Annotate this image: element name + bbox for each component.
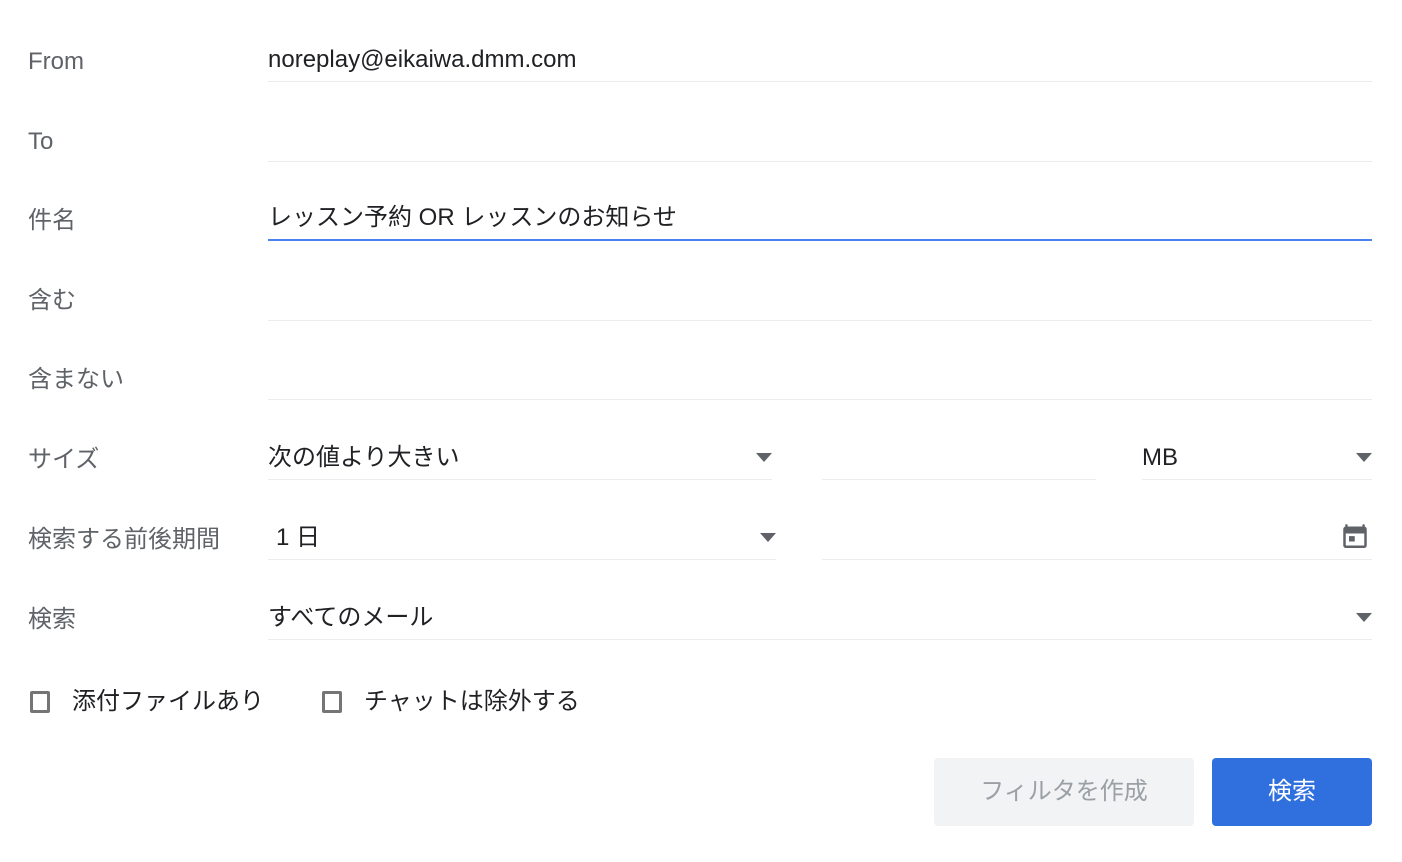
size-unit-select[interactable]: MB (1142, 428, 1372, 480)
field-row-to: To (0, 110, 1402, 190)
date-range-label: 検索する前後期間 (28, 526, 220, 553)
chevron-down-icon (1356, 453, 1372, 462)
field-row-scope: 検索 すべてのメール (0, 588, 1402, 668)
field-row-from: From noreplay@eikaiwa.dmm.com (0, 30, 1402, 110)
dialog-action-row: フィルタを作成 検索 (934, 758, 1372, 826)
checkbox-box-icon[interactable] (30, 691, 50, 713)
date-value-input[interactable] (822, 508, 1372, 560)
to-label: To (28, 128, 54, 155)
checkbox-row: 添付ファイルあり チャットは除外する (0, 672, 580, 732)
calendar-icon[interactable] (1340, 522, 1370, 552)
scope-value: すべてのメール (268, 603, 434, 631)
checkbox-has-attachment[interactable]: 添付ファイルあり (30, 688, 264, 716)
field-row-excludes: 含まない (0, 348, 1402, 428)
size-comparator-value: 次の値より大きい (268, 443, 460, 471)
field-row-date-range: 検索する前後期間 1 日 (0, 508, 1402, 588)
checkbox-exclude-chats-label: チャットは除外する (364, 688, 580, 715)
scope-select[interactable]: すべてのメール (268, 588, 1372, 640)
from-label: From (28, 48, 84, 75)
date-window-select[interactable]: 1 日 (268, 508, 776, 560)
size-comparator-select[interactable]: 次の値より大きい (268, 428, 772, 480)
chevron-down-icon (760, 533, 776, 542)
chevron-down-icon (756, 453, 772, 462)
to-input[interactable] (268, 110, 1372, 162)
field-row-size: サイズ 次の値より大きい MB (0, 428, 1402, 508)
size-unit-value: MB (1142, 443, 1178, 471)
subject-input[interactable]: レッスン予約 OR レッスンのお知らせ (268, 189, 1372, 241)
field-row-includes: 含む (0, 269, 1402, 349)
chevron-down-icon (1356, 613, 1372, 622)
from-input[interactable]: noreplay@eikaiwa.dmm.com (268, 30, 1372, 82)
checkbox-box-icon[interactable] (322, 691, 342, 713)
subject-value: レッスン予約 OR レッスンのお知らせ (268, 204, 677, 231)
excludes-input[interactable] (268, 348, 1372, 400)
excludes-label: 含まない (28, 366, 124, 393)
checkbox-has-attachment-label: 添付ファイルあり (72, 688, 264, 715)
includes-input[interactable] (268, 269, 1372, 321)
subject-label: 件名 (28, 207, 76, 234)
scope-label: 検索 (28, 606, 76, 633)
size-label: サイズ (28, 446, 100, 473)
includes-label: 含む (28, 287, 76, 314)
checkbox-exclude-chats[interactable]: チャットは除外する (322, 688, 580, 716)
gmail-advanced-search-dialog: From noreplay@eikaiwa.dmm.com To 件名 レッスン… (0, 0, 1402, 862)
size-amount-input[interactable] (822, 428, 1096, 480)
from-value: noreplay@eikaiwa.dmm.com (268, 45, 577, 73)
field-row-subject: 件名 レッスン予約 OR レッスンのお知らせ (0, 189, 1402, 269)
date-window-value: 1 日 (276, 523, 321, 551)
create-filter-button[interactable]: フィルタを作成 (934, 758, 1194, 826)
search-button[interactable]: 検索 (1212, 758, 1372, 826)
